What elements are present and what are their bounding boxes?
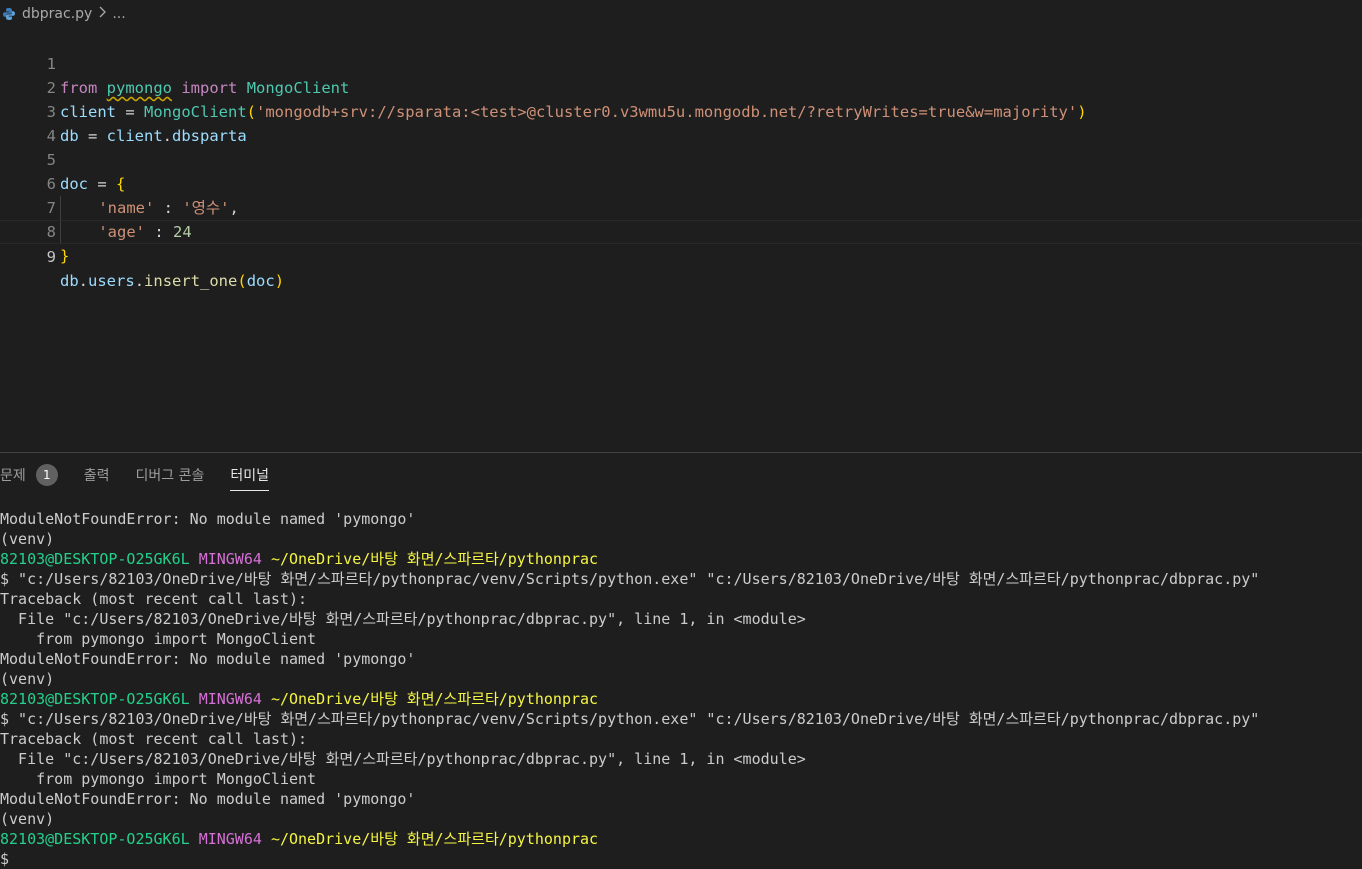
panel-tabs: 문제 1 출력 디버그 콘솔 터미널 (0, 453, 295, 497)
line-number: 9 (46, 248, 56, 266)
identifier: doc (246, 272, 275, 290)
prompt-shell: MINGW64 (198, 690, 262, 708)
tab-label: 터미널 (230, 468, 270, 484)
code-line: 8 } (0, 196, 1362, 265)
breadcrumb-symbols[interactable]: ... (110, 6, 127, 22)
tab-terminal[interactable]: 터미널 (230, 453, 269, 497)
code-line: 5 doc = { (0, 124, 1362, 193)
problems-count-badge: 1 (35, 464, 58, 486)
code-line: 6 'name' : '영수', (0, 148, 1362, 220)
breadcrumb: dbprac.py ... (0, 0, 1362, 28)
breadcrumb-file[interactable]: dbprac.py (20, 6, 94, 22)
terminal-line: from pymongo import MongoClient (0, 630, 317, 648)
tab-problems[interactable]: 문제 1 (0, 453, 58, 497)
identifier: db (60, 272, 79, 290)
dot: . (78, 272, 89, 290)
terminal-line: (venv) (0, 530, 55, 548)
terminal-line: ModuleNotFoundError: No module named 'py… (0, 650, 416, 668)
code-line-active: 9 db.users.insert_one(doc) (0, 220, 1362, 290)
chevron-right-icon (98, 6, 107, 22)
prompt-shell: MINGW64 (198, 830, 262, 848)
terminal-line: ModuleNotFoundError: No module named 'py… (0, 790, 416, 808)
terminal-input-line[interactable]: $ (0, 849, 1362, 869)
prompt-path: ~/OneDrive/바탕 화면/스파르타/pythonprac (270, 690, 599, 708)
prompt-path: ~/OneDrive/바탕 화면/스파르타/pythonprac (270, 830, 599, 848)
terminal-line: Traceback (most recent call last): (0, 590, 308, 608)
terminal-line: (venv) (0, 670, 55, 688)
code-line: 3 db = client.dbsparta (0, 76, 1362, 145)
paren: ) (274, 272, 285, 290)
code-line: 1 from pymongo import MongoClient (0, 28, 1362, 97)
terminal-prompt-line: 82103@DESKTOP-O25GK6L MINGW64 ~/OneDrive… (0, 549, 1362, 569)
terminal-line: Traceback (most recent call last): (0, 730, 308, 748)
code-editor[interactable]: 1 from pymongo import MongoClient 2 clie… (0, 28, 1362, 452)
terminal-line: $ "c:/Users/82103/OneDrive/바탕 화면/스파르타/py… (0, 710, 1260, 728)
identifier: users (88, 272, 135, 290)
brace: } (60, 247, 70, 265)
prompt-user: 82103@DESKTOP-O25GK6L (0, 830, 190, 848)
tab-label: 디버그 콘솔 (135, 468, 205, 484)
terminal-prompt-line: 82103@DESKTOP-O25GK6L MINGW64 ~/OneDrive… (0, 829, 1362, 849)
tab-output[interactable]: 출력 (84, 453, 110, 497)
dot: . (134, 272, 145, 290)
tab-label: 문제 (0, 468, 26, 484)
terminal-line: (venv) (0, 810, 55, 828)
code-line: 4 (0, 100, 1362, 145)
prompt-path: ~/OneDrive/바탕 화면/스파르타/pythonprac (270, 550, 599, 568)
terminal-line: File "c:/Users/82103/OneDrive/바탕 화면/스파르타… (0, 750, 806, 768)
prompt-user: 82103@DESKTOP-O25GK6L (0, 550, 190, 568)
code-line: 7 'age' : 24 (0, 172, 1362, 244)
terminal-cursor (9, 851, 18, 868)
tab-debug-console[interactable]: 디버그 콘솔 (136, 453, 205, 497)
terminal-line: ModuleNotFoundError: No module named 'py… (0, 510, 416, 528)
terminal-line: File "c:/Users/82103/OneDrive/바탕 화면/스파르타… (0, 610, 806, 628)
bottom-panel: 문제 1 출력 디버그 콘솔 터미널 ModuleNotFoundError: … (0, 452, 1362, 869)
prompt-user: 82103@DESKTOP-O25GK6L (0, 690, 190, 708)
python-file-icon (0, 5, 18, 23)
terminal-output[interactable]: ModuleNotFoundError: No module named 'py… (0, 509, 1362, 869)
code-line: 2 client = MongoClient('mongodb+srv://sp… (0, 52, 1362, 121)
prompt-symbol: $ (0, 850, 10, 868)
function-name: insert_one (144, 272, 238, 290)
terminal-line: from pymongo import MongoClient (0, 770, 317, 788)
prompt-shell: MINGW64 (198, 550, 262, 568)
tab-label: 출력 (83, 468, 110, 484)
terminal-line: $ "c:/Users/82103/OneDrive/바탕 화면/스파르타/py… (0, 570, 1260, 588)
terminal-prompt-line: 82103@DESKTOP-O25GK6L MINGW64 ~/OneDrive… (0, 689, 1362, 709)
paren: ( (237, 272, 247, 290)
